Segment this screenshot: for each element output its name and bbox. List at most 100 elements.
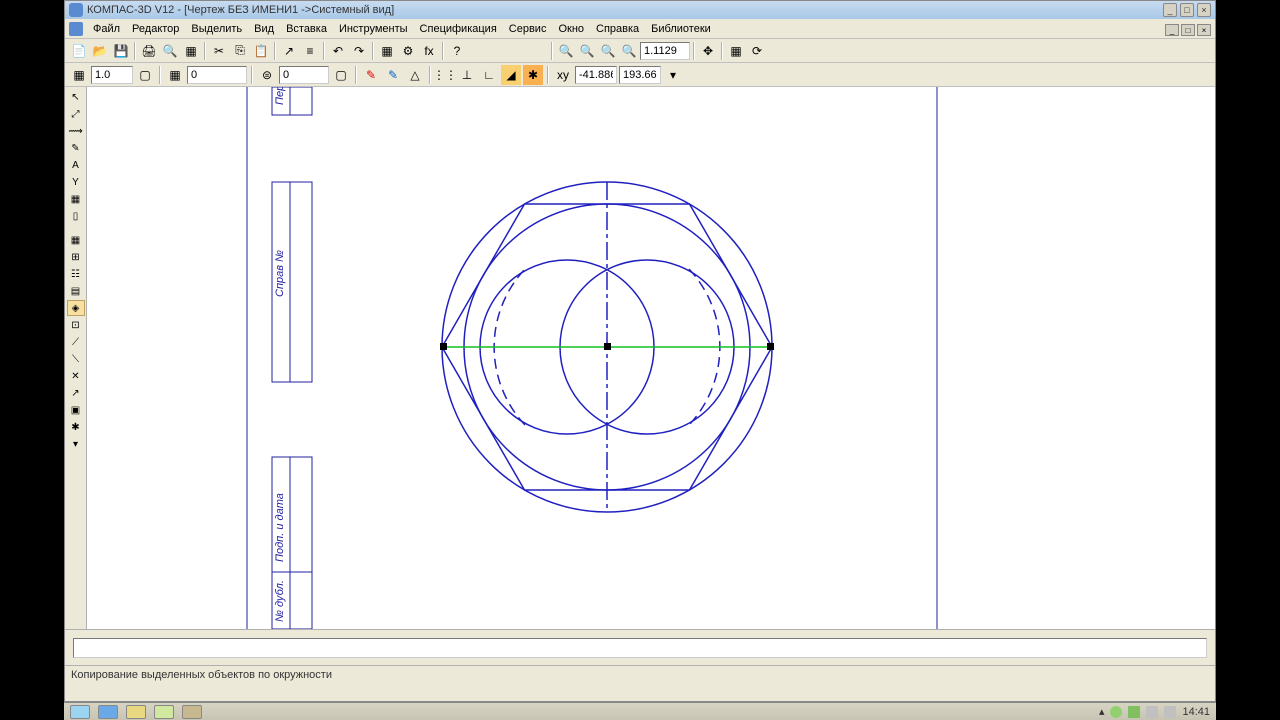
style-button[interactable]: ▢ (135, 65, 155, 85)
layer-btn2[interactable]: ▢ (331, 65, 351, 85)
doc-maximize-button[interactable]: □ (1181, 24, 1195, 36)
text-tool-icon[interactable]: A (67, 157, 85, 173)
menu-file[interactable]: Файл (87, 21, 126, 37)
endpoint-handle[interactable] (767, 343, 774, 350)
pan-button[interactable]: ✥ (698, 41, 718, 61)
dimensions-tool-icon[interactable]: ⤢ (67, 106, 85, 122)
properties-button[interactable]: ↗ (279, 41, 299, 61)
designation-tool-icon[interactable]: ⟿ (67, 123, 85, 139)
param-tool-icon[interactable]: Y (67, 174, 85, 190)
dim-button[interactable]: △ (405, 65, 425, 85)
report-tool-icon[interactable]: ▤ (67, 283, 85, 299)
new-button[interactable]: 📄 (69, 41, 89, 61)
endpoint-handle[interactable] (440, 343, 447, 350)
tray-signal-icon[interactable] (1146, 706, 1158, 718)
vars-button[interactable]: ⚙ (398, 41, 418, 61)
taskbar-app-icon[interactable] (98, 705, 118, 719)
menu-tools[interactable]: Инструменты (333, 21, 414, 37)
tray-status-icon[interactable] (1110, 706, 1122, 718)
fx-button[interactable]: fx (419, 41, 439, 61)
table-tool-icon[interactable]: ▦ (67, 191, 85, 207)
help-button[interactable]: ? (447, 41, 467, 61)
save-button[interactable]: 💾 (111, 41, 131, 61)
list-button[interactable]: ≡ (300, 41, 320, 61)
midpoint-handle[interactable] (604, 343, 611, 350)
copy-button[interactable]: ⎘ (230, 41, 250, 61)
grid-button[interactable]: ⋮⋮ (435, 65, 455, 85)
extend-tool-icon[interactable]: ↗ (67, 385, 85, 401)
paste-button[interactable]: 📋 (251, 41, 271, 61)
layer-button[interactable]: ⊜ (257, 65, 277, 85)
ortho-button[interactable]: ∟ (479, 65, 499, 85)
array-tool-icon[interactable]: ◈ (67, 300, 85, 316)
select-tool-icon[interactable]: ⟋ (67, 334, 85, 350)
menu-insert[interactable]: Вставка (280, 21, 333, 37)
drawing-canvas[interactable]: Перв Справ № Подп. и дата № дубл. (87, 87, 1215, 629)
tray-arrow-icon[interactable]: ▴ (1099, 705, 1105, 718)
doc-manager-button[interactable]: ▦ (181, 41, 201, 61)
close-button[interactable]: × (1197, 3, 1211, 17)
edit-tool-icon[interactable]: ✎ (67, 140, 85, 156)
maximize-button[interactable]: □ (1180, 3, 1194, 17)
blue-pen-icon[interactable]: ✎ (383, 65, 403, 85)
refresh-button[interactable]: ▦ (726, 41, 746, 61)
color-value[interactable] (187, 66, 247, 84)
zoom-window-button[interactable]: 🔍 (619, 41, 639, 61)
menu-view[interactable]: Вид (248, 21, 280, 37)
taskbar-folder-icon[interactable] (154, 705, 174, 719)
menu-spec[interactable]: Спецификация (414, 21, 503, 37)
preview-button[interactable]: 🔍 (160, 41, 180, 61)
state-button[interactable]: ▦ (69, 65, 89, 85)
print-button[interactable]: 🖨 (139, 41, 159, 61)
coord-y-input[interactable] (619, 66, 661, 84)
redraw-button[interactable]: ⟳ (747, 41, 767, 61)
menu-editor[interactable]: Редактор (126, 21, 185, 37)
red-pen-icon[interactable]: ✎ (361, 65, 381, 85)
doc-minimize-button[interactable]: _ (1165, 24, 1179, 36)
layer-input[interactable] (279, 66, 329, 84)
color-button[interactable]: ▦ (165, 65, 185, 85)
measure-tool-icon[interactable]: ⊡ (67, 317, 85, 333)
menu-help[interactable]: Справка (590, 21, 645, 37)
snap-button[interactable]: ⊥ (457, 65, 477, 85)
open-button[interactable]: 📂 (90, 41, 110, 61)
erase-tool-icon[interactable]: ⟍ (67, 351, 85, 367)
coord-opt-button[interactable]: ▾ (663, 65, 683, 85)
round-button[interactable]: ◢ (501, 65, 521, 85)
views-tool-icon[interactable]: ▦ (67, 232, 85, 248)
system-menu-icon[interactable] (69, 22, 83, 36)
zoom-in-button[interactable]: 🔍 (577, 41, 597, 61)
xy-icon[interactable]: xy (553, 65, 573, 85)
macro-tool-icon[interactable]: ✱ (67, 419, 85, 435)
trim-tool-icon[interactable]: ✕ (67, 368, 85, 384)
doc-close-button[interactable]: × (1197, 24, 1211, 36)
coord-x-input[interactable] (575, 66, 617, 84)
geometry-tool-icon[interactable]: ↖ (67, 89, 85, 105)
zoom-out-button[interactable]: 🔍 (598, 41, 618, 61)
zoom-fit-button[interactable]: 🔍 (556, 41, 576, 61)
taskbar-explorer-icon[interactable] (126, 705, 146, 719)
undo-button[interactable]: ↶ (328, 41, 348, 61)
redo-button[interactable]: ↷ (349, 41, 369, 61)
expand-icon[interactable]: ▾ (67, 436, 85, 452)
taskbar-pin-icon[interactable] (182, 705, 202, 719)
menu-service[interactable]: Сервис (503, 21, 553, 37)
taskbar-skype-icon[interactable] (70, 705, 90, 719)
tray-network-icon[interactable] (1128, 706, 1140, 718)
menu-select[interactable]: Выделить (185, 21, 248, 37)
minimize-button[interactable]: _ (1163, 3, 1177, 17)
assoc-tool-icon[interactable]: ⊞ (67, 249, 85, 265)
tree-button[interactable]: ▦ (377, 41, 397, 61)
tray-clock[interactable]: 14:41 (1182, 706, 1210, 718)
lcs-button[interactable]: ✱ (523, 65, 543, 85)
scale-input[interactable] (91, 66, 133, 84)
zoom-input[interactable] (640, 42, 690, 60)
command-input[interactable] (73, 638, 1207, 658)
doc-tool-icon[interactable]: ▯ (67, 208, 85, 224)
insert-tool-icon[interactable]: ▣ (67, 402, 85, 418)
spec-tool-icon[interactable]: ☷ (67, 266, 85, 282)
tray-volume-icon[interactable] (1164, 706, 1176, 718)
cut-button[interactable]: ✂ (209, 41, 229, 61)
menu-libraries[interactable]: Библиотеки (645, 21, 717, 37)
menu-window[interactable]: Окно (552, 21, 590, 37)
